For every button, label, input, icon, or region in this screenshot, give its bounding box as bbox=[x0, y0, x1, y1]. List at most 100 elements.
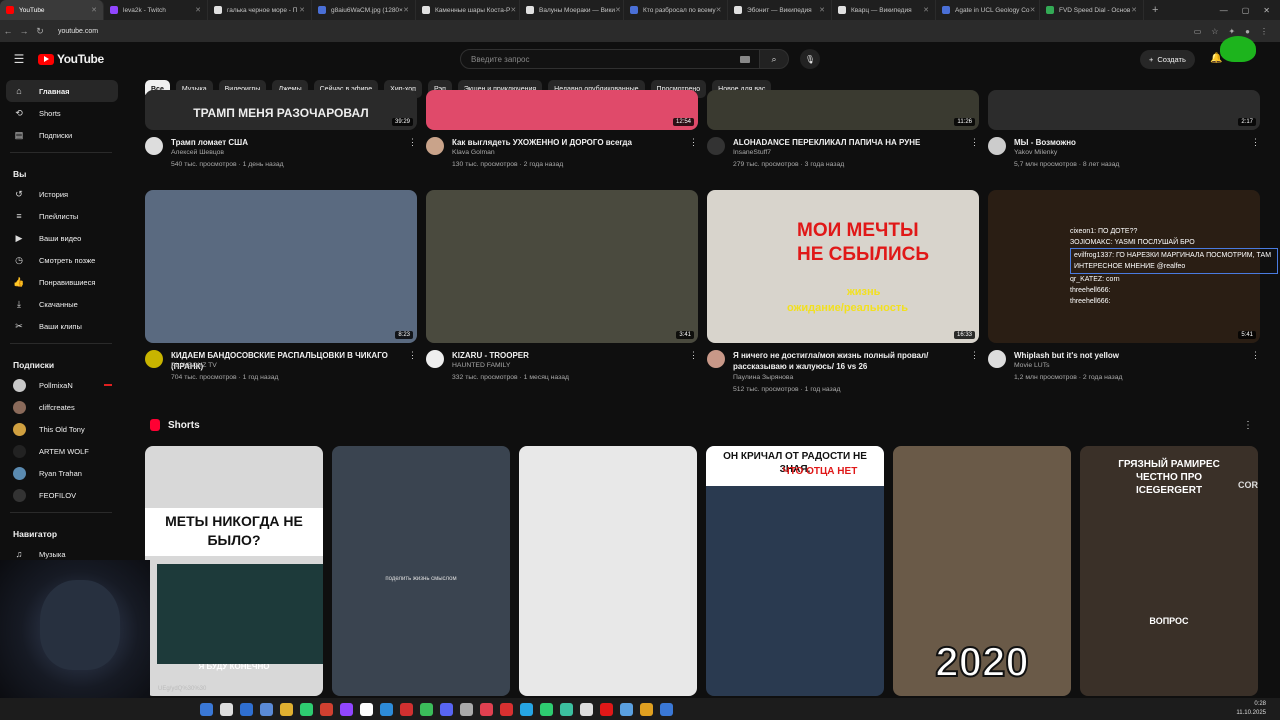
browser-tab[interactable]: Валуны Моераки — Вики ✕ bbox=[520, 0, 624, 20]
sidebar-subscription[interactable]: ARTEM WOLF bbox=[0, 440, 122, 462]
sidebar-item[interactable]: ⌂ Главная bbox=[6, 80, 118, 102]
taskbar-app-icon[interactable] bbox=[580, 702, 593, 716]
video-title[interactable]: Whiplash but it's not yellow bbox=[1014, 350, 1254, 361]
tab-close-icon[interactable]: ✕ bbox=[819, 6, 825, 14]
sidebar-subscription[interactable]: Ryan Trahan bbox=[0, 462, 122, 484]
browser-tab[interactable]: FVD Speed Dial - Основ ✕ bbox=[1040, 0, 1144, 20]
channel-avatar[interactable] bbox=[145, 137, 163, 155]
more-actions-icon[interactable]: ⋮ bbox=[408, 350, 417, 361]
video-title[interactable]: Трамп ломает США bbox=[171, 137, 411, 148]
video-thumbnail[interactable]: ТРАМП МЕНЯ РАЗОЧАРОВАЛ 39:29 bbox=[145, 90, 417, 130]
taskbar-app-icon[interactable] bbox=[640, 702, 653, 716]
more-actions-icon[interactable]: ⋮ bbox=[689, 137, 698, 148]
reload-icon[interactable]: ↻ bbox=[32, 26, 48, 37]
keyboard-icon[interactable] bbox=[740, 56, 750, 63]
sidebar-item[interactable]: 👍 Понравившиеся bbox=[0, 271, 122, 293]
tab-close-icon[interactable]: ✕ bbox=[923, 6, 929, 14]
video-title[interactable]: KIZARU - TROOPER bbox=[452, 350, 692, 361]
browser-tab[interactable]: g8aiu6WaCM.jpg (1280× ✕ bbox=[312, 0, 416, 20]
taskbar-app-icon[interactable] bbox=[240, 702, 253, 716]
channel-name[interactable]: Паулина Зырянова bbox=[733, 374, 793, 381]
tab-close-icon[interactable]: ✕ bbox=[1131, 6, 1137, 14]
channel-avatar[interactable] bbox=[988, 137, 1006, 155]
sidebar-subscription[interactable]: This Old Tony bbox=[0, 418, 122, 440]
video-title[interactable]: Как выглядеть УХОЖЕННО И ДОРОГО всегда bbox=[452, 137, 692, 148]
video-thumbnail[interactable]: 3:41 bbox=[426, 190, 698, 343]
more-actions-icon[interactable]: ⋮ bbox=[408, 137, 417, 148]
channel-avatar[interactable] bbox=[707, 350, 725, 368]
taskbar-app-icon[interactable] bbox=[380, 702, 393, 716]
sidebar-item[interactable]: ◷ Смотреть позже bbox=[0, 249, 122, 271]
sidebar-subscription[interactable]: FEOFILOV bbox=[0, 484, 122, 506]
menu-icon[interactable]: ⋮ bbox=[1260, 27, 1268, 36]
tab-close-icon[interactable]: ✕ bbox=[510, 6, 516, 14]
install-icon[interactable]: ▭ bbox=[1194, 27, 1202, 36]
sidebar-item[interactable]: ▤ Подписки bbox=[0, 124, 122, 146]
video-title[interactable]: МЫ - Возможно bbox=[1014, 137, 1254, 148]
url-field[interactable]: youtube.com bbox=[58, 28, 98, 35]
create-button[interactable]: + Создать bbox=[1140, 50, 1195, 69]
short-card[interactable]: ГРЯЗНЫЙ РАМИРЕС ЧЕСТНО ПРО ICEGERGERT ВОП… bbox=[1080, 446, 1258, 696]
more-actions-icon[interactable]: ⋮ bbox=[970, 137, 979, 148]
browser-tab[interactable]: Agate in UCL Geology Co ✕ bbox=[936, 0, 1040, 20]
channel-name[interactable]: Movie LUTs bbox=[1014, 362, 1050, 369]
extensions-icon[interactable]: ✦ bbox=[1228, 27, 1235, 36]
tab-close-icon[interactable]: ✕ bbox=[615, 6, 621, 14]
tab-close-icon[interactable]: ✕ bbox=[299, 6, 305, 14]
sidebar-subscription[interactable]: PollmixaN bbox=[0, 374, 122, 396]
taskbar-app-icon[interactable] bbox=[220, 702, 233, 716]
sidebar-subscriptions-heading[interactable]: Подписки bbox=[0, 350, 122, 374]
video-title[interactable]: ALOHADANCE ПЕРЕКЛИКАЛ ПАПИЧА НА РУНЕ bbox=[733, 137, 973, 148]
shorts-more-icon[interactable]: ⋮ bbox=[1243, 420, 1253, 431]
channel-name[interactable]: HAUNTED FAMILY bbox=[452, 362, 510, 369]
taskbar-app-icon[interactable] bbox=[460, 702, 473, 716]
channel-avatar[interactable] bbox=[707, 137, 725, 155]
channel-avatar[interactable] bbox=[426, 137, 444, 155]
sidebar-subscription[interactable]: cliffcreates bbox=[0, 396, 122, 418]
taskbar-app-icon[interactable] bbox=[620, 702, 633, 716]
more-actions-icon[interactable]: ⋮ bbox=[1251, 350, 1260, 361]
taskbar-app-icon[interactable] bbox=[320, 702, 333, 716]
new-tab-icon[interactable]: + bbox=[1144, 4, 1166, 16]
close-window-icon[interactable]: ✕ bbox=[1263, 6, 1270, 15]
taskbar-app-icon[interactable] bbox=[280, 702, 293, 716]
browser-tab[interactable]: Кварц — Википедия ✕ bbox=[832, 0, 936, 20]
sidebar-item[interactable]: ✂ Ваши клипы bbox=[0, 315, 122, 337]
taskbar-app-icon[interactable] bbox=[540, 702, 553, 716]
search-input[interactable]: Введите запрос bbox=[460, 49, 760, 69]
video-thumbnail[interactable]: 2:17 bbox=[988, 90, 1260, 130]
hamburger-menu-icon[interactable]: ☰ bbox=[0, 52, 38, 66]
channel-avatar[interactable] bbox=[426, 350, 444, 368]
taskbar-app-icon[interactable] bbox=[440, 702, 453, 716]
taskbar-app-icon[interactable] bbox=[420, 702, 433, 716]
tab-close-icon[interactable]: ✕ bbox=[195, 6, 201, 14]
browser-tab[interactable]: leva2k - Twitch ✕ bbox=[104, 0, 208, 20]
browser-tab[interactable]: YouTube ✕ bbox=[0, 0, 104, 20]
minimize-icon[interactable]: — bbox=[1220, 6, 1228, 15]
taskbar-app-icon[interactable] bbox=[480, 702, 493, 716]
short-card[interactable]: ОН КРИЧАЛ ОТ РАДОСТИ НЕ ЗНАЯ, ЧТО ОТЦА НЕ… bbox=[706, 446, 884, 696]
video-title[interactable]: Я ничего не достигла/моя жизнь полный пр… bbox=[733, 350, 973, 372]
video-thumbnail[interactable]: 12:54 bbox=[426, 90, 698, 130]
channel-name[interactable]: Алексей Шевцов bbox=[171, 149, 224, 156]
more-actions-icon[interactable]: ⋮ bbox=[1251, 137, 1260, 148]
profile-icon[interactable]: ● bbox=[1245, 27, 1250, 36]
sidebar-you-heading[interactable]: Вы bbox=[0, 159, 122, 183]
taskbar-app-icon[interactable] bbox=[600, 702, 613, 716]
taskbar-app-icon[interactable] bbox=[560, 702, 573, 716]
back-icon[interactable]: ← bbox=[0, 26, 16, 36]
sidebar-item[interactable]: ⤓ Скачанные bbox=[0, 293, 122, 315]
forward-icon[interactable]: → bbox=[16, 26, 32, 36]
short-card[interactable] bbox=[519, 446, 697, 696]
browser-tab[interactable]: Каменные шары Коста-Р ✕ bbox=[416, 0, 520, 20]
sidebar-item[interactable]: ≡ Плейлисты bbox=[0, 205, 122, 227]
short-card[interactable]: поделить жизнь смыслом bbox=[332, 446, 510, 696]
video-thumbnail[interactable]: МОИ МЕЧТЫ НЕ СБЫЛИСЬ жизнь ожидание/реально… bbox=[707, 190, 979, 343]
video-thumbnail[interactable]: 11:26 bbox=[707, 90, 979, 130]
sidebar-item[interactable]: ▶ Ваши видео bbox=[0, 227, 122, 249]
browser-tab[interactable]: галька черное море - П ✕ bbox=[208, 0, 312, 20]
channel-avatar[interactable] bbox=[145, 350, 163, 368]
tab-close-icon[interactable]: ✕ bbox=[1030, 6, 1036, 14]
taskbar-app-icon[interactable] bbox=[400, 702, 413, 716]
bookmark-star-icon[interactable]: ☆ bbox=[1211, 27, 1218, 36]
